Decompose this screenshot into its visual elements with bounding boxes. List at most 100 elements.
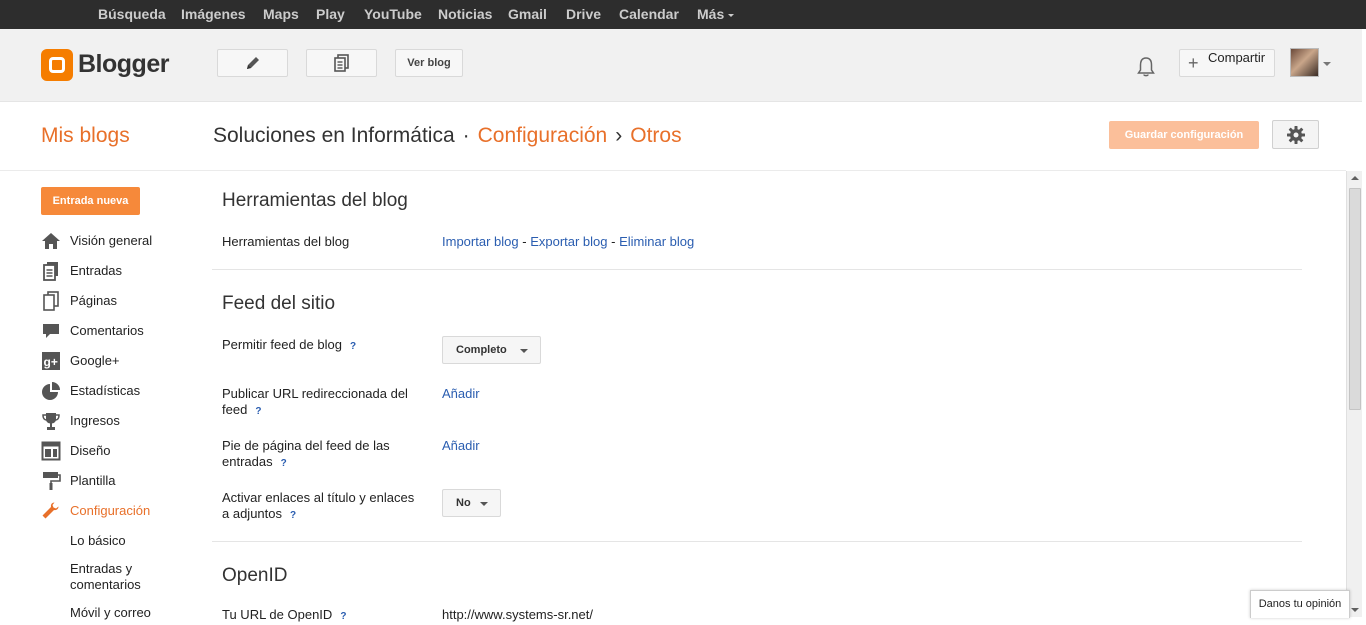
openid-url-label: Tu URL de OpenID? xyxy=(222,607,422,625)
section-heading-site-feed: Feed del sitio xyxy=(222,293,336,314)
settings-gear-button[interactable] xyxy=(1272,120,1319,149)
sidebar-item-label: Visión general xyxy=(70,233,153,248)
section-heading-openid: OpenID xyxy=(222,565,288,586)
gbar-link-maps[interactable]: Maps xyxy=(263,6,299,22)
sidebar-item-label: Estadísticas xyxy=(70,383,141,398)
sidebar-item-label: Ingresos xyxy=(70,413,120,428)
window-edge xyxy=(1362,29,1366,617)
gbar-link-news[interactable]: Noticias xyxy=(438,6,492,22)
scroll-down-icon[interactable] xyxy=(1351,608,1359,612)
svg-text:g+: g+ xyxy=(44,355,58,369)
help-icon[interactable]: ? xyxy=(290,510,296,521)
gbar-link-gmail[interactable]: Gmail xyxy=(508,6,547,22)
gbar-link-more[interactable]: Más xyxy=(697,6,735,22)
posts-icon xyxy=(43,262,58,281)
scrollbar-thumb[interactable] xyxy=(1349,188,1361,410)
chevron-down-icon xyxy=(480,502,488,506)
gbar-link-images[interactable]: Imágenes xyxy=(181,6,246,22)
allow-feed-label: Permitir feed de blog? xyxy=(222,337,422,355)
title-links-dropdown[interactable]: No xyxy=(442,489,501,517)
help-icon[interactable]: ? xyxy=(281,458,287,469)
feedback-button[interactable]: Danos tu opinión xyxy=(1250,590,1350,618)
blog-tools-links: Importar blog - Exportar blog - Eliminar… xyxy=(442,234,694,249)
gbar-link-drive[interactable]: Drive xyxy=(566,6,601,22)
title-links-label-text: Activar enlaces al título y enlaces a ad… xyxy=(222,490,415,521)
home-icon xyxy=(42,233,60,249)
openid-url-value: http://www.systems-sr.net/ xyxy=(442,607,593,622)
sidebar-item-label: Diseño xyxy=(70,443,111,458)
sidebar-item-label: Comentarios xyxy=(70,323,144,338)
sidebar-item-label: Plantilla xyxy=(70,473,116,488)
title-links-value: No xyxy=(456,497,471,509)
blog-tools-label: Herramientas del blog xyxy=(222,234,350,249)
chevron-down-icon[interactable] xyxy=(1323,62,1331,66)
section-heading-blog-tools: Herramientas del blog xyxy=(222,190,408,211)
title-links-label: Activar enlaces al título y enlaces a ad… xyxy=(222,490,422,524)
section-divider xyxy=(212,269,1302,270)
trophy-icon xyxy=(42,413,60,430)
wrench-icon xyxy=(42,502,59,519)
new-post-button[interactable]: Entrada nueva xyxy=(41,187,140,215)
delete-blog-link[interactable]: Eliminar blog xyxy=(619,234,694,249)
blogger-logo-icon[interactable] xyxy=(41,49,73,81)
share-label: Compartir xyxy=(1208,50,1266,65)
breadcrumb-other: Otros xyxy=(630,124,682,147)
gbar-link-play[interactable]: Play xyxy=(316,6,345,22)
link-separator: - xyxy=(522,234,527,249)
posts-icon xyxy=(334,54,349,72)
link-separator: - xyxy=(611,234,616,249)
blogger-header: Blogger Ver blog + Compartir xyxy=(0,29,1362,102)
pencil-icon xyxy=(247,57,259,69)
breadcrumb-chevron-separator: › xyxy=(615,124,623,147)
feed-footer-label: Pie de página del feed de las entradas? xyxy=(222,438,422,472)
help-icon[interactable]: ? xyxy=(350,341,356,352)
chevron-down-icon xyxy=(728,13,735,17)
scroll-up-icon[interactable] xyxy=(1351,176,1359,180)
pages-icon xyxy=(43,291,59,311)
feed-footer-label-text: Pie de página del feed de las entradas xyxy=(222,438,390,469)
avatar[interactable] xyxy=(1290,48,1319,77)
posts-list-button[interactable] xyxy=(306,49,377,77)
export-blog-link[interactable]: Exportar blog xyxy=(530,234,607,249)
template-icon xyxy=(43,472,61,490)
allow-feed-dropdown[interactable]: Completo xyxy=(442,336,541,364)
redirect-feed-label: Publicar URL redireccionada del feed? xyxy=(222,386,422,420)
save-settings-button[interactable]: Guardar configuración xyxy=(1109,121,1259,149)
sidebar-item-label: Google+ xyxy=(70,353,120,368)
breadcrumb: Soluciones en Informática · Configuración ›… xyxy=(213,124,682,148)
bell-icon[interactable] xyxy=(1136,56,1156,78)
feed-footer-add-link[interactable]: Añadir xyxy=(442,438,480,453)
sidebar-item-label: Entradas xyxy=(70,263,123,278)
blogger-logo-text[interactable]: Blogger xyxy=(78,50,169,79)
view-blog-button[interactable]: Ver blog xyxy=(395,49,463,77)
gbar-link-calendar[interactable]: Calendar xyxy=(619,6,679,22)
vertical-scrollbar[interactable] xyxy=(1346,171,1362,617)
gbar-link-search[interactable]: Búsqueda xyxy=(98,6,166,22)
redirect-feed-add-link[interactable]: Añadir xyxy=(442,386,480,401)
import-blog-link[interactable]: Importar blog xyxy=(442,234,519,249)
redirect-feed-label-text: Publicar URL redireccionada del feed xyxy=(222,386,408,417)
help-icon[interactable]: ? xyxy=(255,406,261,417)
google-plus-icon: g+ xyxy=(42,352,60,370)
share-button[interactable]: + Compartir xyxy=(1179,49,1275,77)
stats-icon xyxy=(42,382,60,400)
sidebar-subitem-mobile-email[interactable]: Móvil y correo xyxy=(70,605,151,621)
breadcrumb-dot-separator: · xyxy=(462,124,470,147)
sidebar-subitem-basics[interactable]: Lo básico xyxy=(70,533,126,549)
new-post-pencil-button[interactable] xyxy=(217,49,288,77)
sidebar-item-label: Páginas xyxy=(70,293,117,308)
gear-icon xyxy=(1287,126,1305,144)
section-divider xyxy=(212,541,1302,542)
breadcrumb-blog-name[interactable]: Soluciones en Informática xyxy=(213,124,455,147)
sidebar-subitem-posts-comments[interactable]: Entradas y comentarios xyxy=(70,561,160,593)
breadcrumb-settings[interactable]: Configuración xyxy=(478,124,608,147)
plus-icon: + xyxy=(1188,53,1199,73)
comments-icon xyxy=(43,324,59,338)
sidebar-item-label: Configuración xyxy=(70,503,151,518)
layout-icon xyxy=(41,441,61,461)
my-blogs-link[interactable]: Mis blogs xyxy=(41,124,130,148)
google-bar: Búsqueda Imágenes Maps Play YouTube Noti… xyxy=(0,0,1366,29)
gbar-link-youtube[interactable]: YouTube xyxy=(364,6,422,22)
header-divider xyxy=(0,170,1346,171)
gbar-more-label: Más xyxy=(697,6,725,22)
